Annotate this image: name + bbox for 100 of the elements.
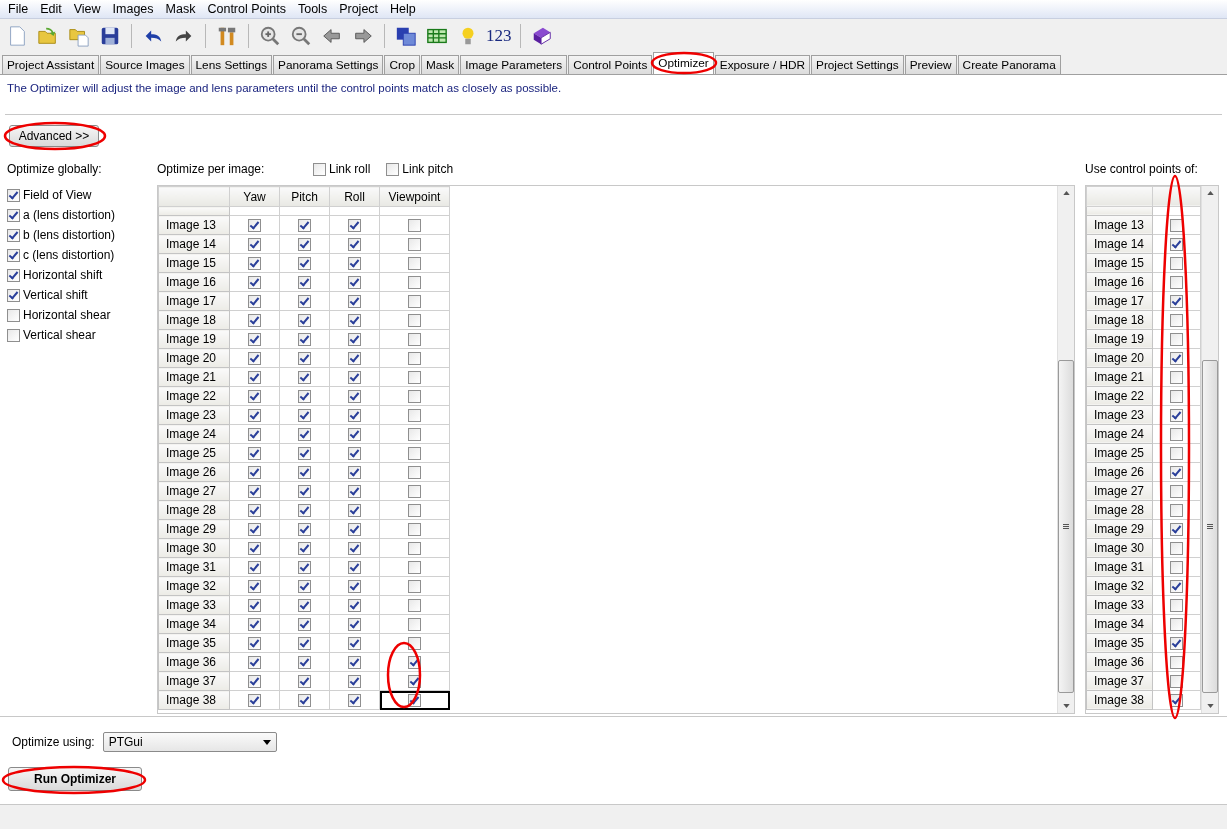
- column-header[interactable]: Pitch: [279, 186, 330, 207]
- checkbox[interactable]: [1169, 352, 1183, 366]
- checkbox[interactable]: [248, 257, 261, 271]
- table-cell[interactable]: [379, 538, 450, 558]
- checkbox[interactable]: [298, 390, 311, 404]
- checkbox[interactable]: [248, 333, 261, 347]
- menu-item[interactable]: Control Points: [201, 0, 292, 18]
- tab[interactable]: Lens Settings: [190, 55, 273, 74]
- checkbox[interactable]: [7, 248, 20, 262]
- checkbox[interactable]: [1169, 618, 1183, 632]
- checkbox[interactable]: [248, 637, 261, 651]
- checkbox[interactable]: [298, 333, 311, 347]
- tab[interactable]: Project Assistant: [2, 55, 100, 74]
- table-cell[interactable]: [379, 633, 450, 653]
- checkbox[interactable]: [313, 162, 326, 176]
- checkbox[interactable]: [248, 485, 261, 499]
- checkbox[interactable]: [248, 675, 261, 689]
- checkbox[interactable]: [1169, 428, 1183, 442]
- menu-item[interactable]: Edit: [34, 0, 68, 18]
- checkbox[interactable]: [298, 504, 311, 518]
- checkbox[interactable]: [7, 288, 20, 302]
- checkbox[interactable]: [1169, 314, 1183, 328]
- checkbox[interactable]: [1169, 504, 1183, 518]
- tab[interactable]: Image Parameters: [460, 55, 568, 74]
- checkbox[interactable]: [298, 694, 311, 708]
- table-cell[interactable]: [379, 348, 450, 368]
- checkbox[interactable]: [1169, 561, 1183, 575]
- checkbox[interactable]: [298, 371, 311, 385]
- table-cell[interactable]: [379, 519, 450, 539]
- checkbox[interactable]: [408, 409, 421, 423]
- menu-item[interactable]: Tools: [291, 0, 334, 18]
- checkbox[interactable]: [1169, 637, 1183, 651]
- checkbox[interactable]: [298, 637, 311, 651]
- menu-item[interactable]: Mask: [159, 0, 202, 18]
- checkbox[interactable]: [408, 504, 421, 518]
- checkbox[interactable]: [348, 637, 361, 651]
- checkbox[interactable]: [408, 314, 421, 328]
- checkbox[interactable]: [348, 656, 361, 670]
- table-cell[interactable]: [379, 272, 450, 292]
- table-cell[interactable]: [379, 367, 450, 387]
- checkbox[interactable]: [248, 599, 261, 613]
- scrollbar[interactable]: [1057, 186, 1074, 713]
- column-header[interactable]: Viewpoint: [379, 186, 450, 207]
- checkbox[interactable]: [1169, 580, 1183, 594]
- checkbox[interactable]: [408, 238, 421, 252]
- checkbox[interactable]: [408, 333, 421, 347]
- table-cell[interactable]: [379, 443, 450, 463]
- checkbox[interactable]: [248, 314, 261, 328]
- checkbox[interactable]: [1169, 409, 1183, 423]
- checkbox[interactable]: [1169, 257, 1183, 271]
- checkbox[interactable]: [1169, 295, 1183, 309]
- checkbox[interactable]: [408, 276, 421, 290]
- numbering-button[interactable]: 123: [486, 26, 512, 46]
- checkbox[interactable]: [348, 295, 361, 309]
- checkbox[interactable]: [248, 656, 261, 670]
- checkbox[interactable]: [298, 599, 311, 613]
- table-cell[interactable]: [379, 215, 450, 235]
- tab[interactable]: Create Panorama: [957, 55, 1061, 74]
- checkbox[interactable]: [348, 694, 361, 708]
- checkbox[interactable]: [348, 447, 361, 461]
- checkbox[interactable]: [298, 447, 311, 461]
- checkbox[interactable]: [298, 295, 311, 309]
- checkbox[interactable]: [348, 371, 361, 385]
- checkbox[interactable]: [348, 542, 361, 556]
- column-header[interactable]: Yaw: [229, 186, 280, 207]
- checkbox[interactable]: [348, 561, 361, 575]
- checkbox[interactable]: [348, 276, 361, 290]
- table-cell[interactable]: [379, 595, 450, 615]
- table-cell[interactable]: [379, 234, 450, 254]
- scroll-down-icon[interactable]: [1206, 704, 1214, 708]
- tab[interactable]: Project Settings: [811, 55, 904, 74]
- checkbox[interactable]: [248, 504, 261, 518]
- table-cell[interactable]: [379, 481, 450, 501]
- menu-item[interactable]: View: [67, 0, 107, 18]
- table-cell[interactable]: [379, 652, 450, 672]
- checkbox[interactable]: [348, 599, 361, 613]
- checkbox[interactable]: [298, 238, 311, 252]
- checkbox[interactable]: [408, 466, 421, 480]
- checkbox[interactable]: [348, 485, 361, 499]
- checkbox[interactable]: [298, 428, 311, 442]
- menu-item[interactable]: Images: [106, 0, 160, 18]
- advanced-button[interactable]: Advanced >>: [9, 125, 99, 147]
- menu-item[interactable]: Help: [384, 0, 422, 18]
- checkbox[interactable]: [248, 523, 261, 537]
- checkbox[interactable]: [248, 295, 261, 309]
- checkbox[interactable]: [298, 314, 311, 328]
- checkbox[interactable]: [248, 390, 261, 404]
- checkbox[interactable]: [248, 447, 261, 461]
- checkbox[interactable]: [298, 580, 311, 594]
- checkbox[interactable]: [7, 208, 20, 222]
- checkbox[interactable]: [348, 504, 361, 518]
- table-cell[interactable]: [379, 405, 450, 425]
- checkbox[interactable]: [298, 466, 311, 480]
- checkbox[interactable]: [348, 409, 361, 423]
- checkbox[interactable]: [348, 352, 361, 366]
- checkbox[interactable]: [348, 257, 361, 271]
- checkbox[interactable]: [298, 542, 311, 556]
- table-cell[interactable]: [379, 253, 450, 273]
- checkbox[interactable]: [7, 328, 20, 342]
- table-cell[interactable]: [379, 671, 450, 691]
